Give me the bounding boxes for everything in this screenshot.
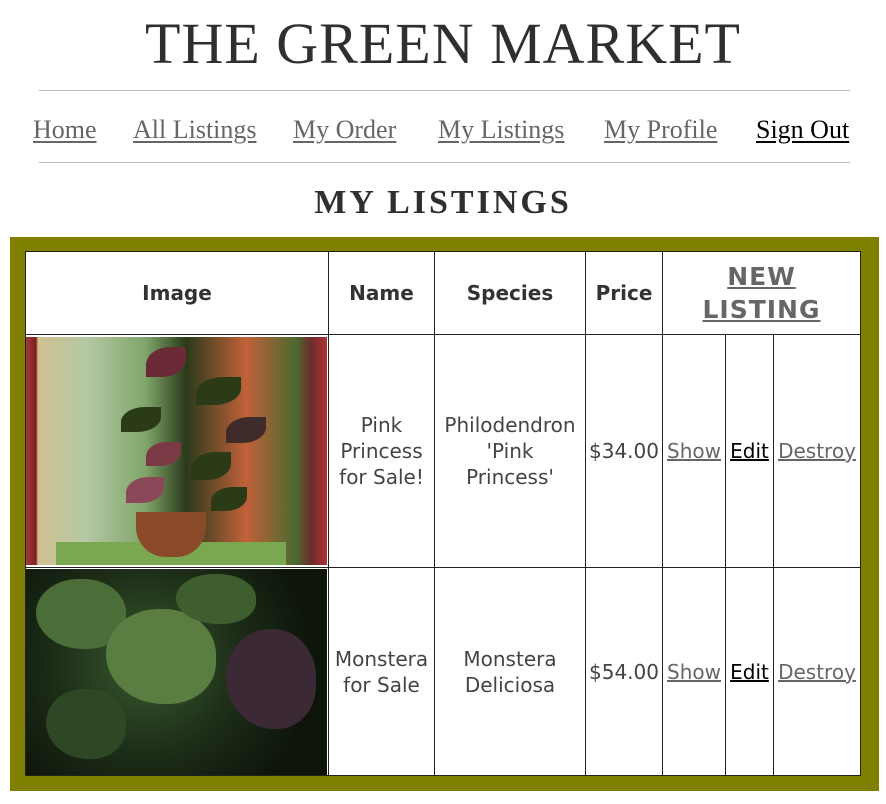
- nav-my-profile[interactable]: My Profile: [604, 110, 717, 150]
- image-leaf: [211, 487, 247, 511]
- image-leaf: [176, 573, 256, 624]
- image-leaf: [46, 688, 126, 759]
- nav-all-listings[interactable]: All Listings: [133, 110, 257, 150]
- image-leaf: [226, 628, 316, 729]
- listing-species-line: Princess': [466, 465, 554, 489]
- new-listing-header: NEW LISTING: [662, 251, 861, 335]
- column-header-price: Price: [585, 251, 663, 335]
- listings-table: Image Name Species Price NEW LISTING Pin…: [25, 251, 861, 776]
- table-header-row: Image Name Species Price NEW LISTING: [25, 251, 861, 335]
- image-leaf: [196, 377, 241, 405]
- destroy-link[interactable]: Destroy: [778, 660, 856, 684]
- show-link[interactable]: Show: [667, 660, 721, 684]
- listing-image-cell: [25, 567, 329, 776]
- column-header-image: Image: [25, 251, 329, 335]
- image-leaf: [106, 608, 216, 704]
- new-listing-line-1: NEW: [727, 262, 796, 291]
- listing-species-line: 'Pink: [486, 439, 534, 463]
- listing-species-cell: Philodendron 'Pink Princess': [434, 334, 586, 568]
- listing-name-cell: Pink Princess for Sale!: [328, 334, 435, 568]
- listing-species-line: Monstera: [463, 646, 557, 671]
- table-row: Pink Princess for Sale! Philodendron 'Pi…: [25, 334, 861, 568]
- monstera-plant-image: [26, 568, 327, 775]
- pink-princess-plant-image: [26, 337, 327, 565]
- listing-price-cell: $34.00: [585, 334, 663, 568]
- nav-home[interactable]: Home: [33, 110, 97, 150]
- image-leaf: [126, 477, 164, 503]
- listing-name-line: Pink: [360, 413, 403, 437]
- listing-destroy-cell: Destroy: [773, 334, 861, 568]
- listing-edit-cell: Edit: [725, 567, 774, 776]
- listing-edit-cell: Edit: [725, 334, 774, 568]
- column-header-species: Species: [434, 251, 586, 335]
- image-leaf: [146, 347, 186, 377]
- nav-my-order[interactable]: My Order: [293, 110, 396, 150]
- image-leaf: [191, 452, 231, 480]
- image-leaf: [146, 442, 181, 466]
- header-divider-bottom: [39, 162, 850, 163]
- edit-link[interactable]: Edit: [730, 439, 769, 463]
- header-divider-top: [39, 90, 850, 91]
- column-header-name: Name: [328, 251, 435, 335]
- table-row: Monstera for Sale Monstera Deliciosa $54…: [25, 567, 861, 776]
- edit-link[interactable]: Edit: [730, 660, 769, 684]
- listing-image-cell: [25, 334, 329, 568]
- listing-show-cell: Show: [662, 567, 726, 776]
- listings-panel: Image Name Species Price NEW LISTING Pin…: [10, 237, 879, 791]
- main-nav: Home All Listings My Order My Listings M…: [0, 110, 886, 150]
- listing-name-line: Monstera: [334, 646, 429, 671]
- listing-show-cell: Show: [662, 334, 726, 568]
- nav-sign-out[interactable]: Sign Out: [756, 110, 849, 150]
- nav-my-listings[interactable]: My Listings: [438, 110, 564, 150]
- page-title: MY LISTINGS: [314, 184, 572, 221]
- image-leaf: [121, 407, 161, 432]
- destroy-link[interactable]: Destroy: [778, 439, 856, 463]
- show-link[interactable]: Show: [667, 439, 721, 463]
- listing-name-cell: Monstera for Sale: [328, 567, 435, 776]
- new-listing-link[interactable]: NEW LISTING: [663, 260, 860, 326]
- listing-species-line: Philodendron: [444, 413, 576, 437]
- site-title: THE GREEN MARKET: [145, 11, 741, 76]
- listing-name-line: Princess: [340, 439, 423, 463]
- listing-species-cell: Monstera Deliciosa: [434, 567, 586, 776]
- listing-name-line: for Sale: [343, 672, 420, 697]
- image-leaf: [226, 417, 266, 443]
- listing-name-line: for Sale!: [339, 465, 424, 489]
- new-listing-line-2: LISTING: [702, 295, 821, 324]
- listing-price-cell: $54.00: [585, 567, 663, 776]
- listing-species-line: Deliciosa: [464, 672, 556, 697]
- listing-destroy-cell: Destroy: [773, 567, 861, 776]
